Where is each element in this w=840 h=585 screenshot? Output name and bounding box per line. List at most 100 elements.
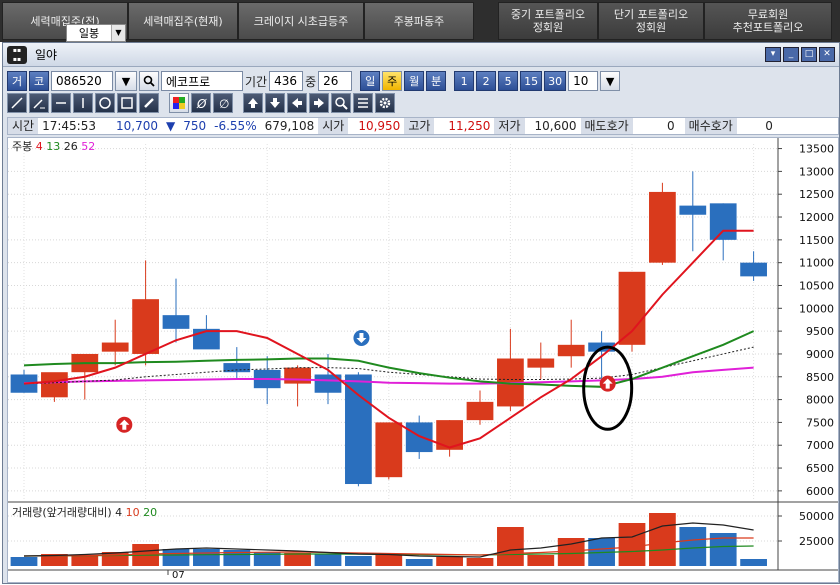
n5-button[interactable]: 5: [498, 71, 519, 91]
vol-y-tick-label: 50000: [799, 510, 834, 523]
arrow-left-icon[interactable]: [287, 93, 307, 113]
low-value: 10,600: [534, 119, 577, 133]
window-titlebar: ▪▪ ▪▪ 일야 ▾ _ □ ✕: [3, 43, 839, 67]
hline-tool-icon[interactable]: [51, 93, 71, 113]
low-label: 저가: [494, 118, 525, 134]
volume-bar: [375, 555, 403, 566]
open-value: 10,950: [358, 119, 401, 133]
month-button[interactable]: 월: [404, 71, 425, 91]
ask-label: 매도호가: [580, 118, 633, 134]
ask-value: 0: [667, 119, 675, 133]
y-tick-label: 12500: [799, 188, 834, 201]
mid-input[interactable]: 26: [318, 71, 353, 91]
buy-signal-icon: [599, 375, 616, 392]
chart-area[interactable]: 6000 6500 7000 7500 8000 8500 9000 9500 10000 105…: [7, 137, 839, 583]
volume-bar: [497, 527, 524, 566]
tab-2[interactable]: 크레이지 시초급등주: [238, 2, 364, 40]
candle-body: [101, 342, 129, 352]
volume-bar: [649, 513, 676, 566]
volume-bar: [10, 557, 38, 566]
pen-tool-icon[interactable]: [139, 93, 159, 113]
n30-button[interactable]: 30: [544, 71, 567, 91]
count-dropdown-icon[interactable]: ▼: [600, 71, 621, 91]
price-legend-title: 주봉: [12, 140, 36, 153]
volume-bar: [466, 558, 494, 566]
y-tick-label: 11500: [799, 234, 834, 247]
bid-value: 0: [765, 119, 773, 133]
palette-icon[interactable]: [169, 93, 189, 113]
list-icon[interactable]: [353, 93, 373, 113]
tab-3[interactable]: 주봉파동주: [364, 2, 474, 40]
volume-bar: [405, 559, 433, 566]
ray-tool-icon[interactable]: [29, 93, 49, 113]
candle-body: [345, 374, 372, 485]
search-icon[interactable]: [139, 71, 159, 91]
week-button[interactable]: 주: [382, 71, 403, 91]
change-value: 750: [183, 119, 207, 133]
volume-bar: [527, 555, 555, 566]
y-tick-label: 8000: [806, 394, 834, 407]
day-button[interactable]: 일: [360, 71, 381, 91]
open-label: 시가: [318, 118, 349, 134]
candle-body: [284, 367, 311, 384]
stock-name-field[interactable]: 에코프로: [161, 71, 243, 91]
time-label: 시간: [8, 118, 39, 134]
ma-legend-item: 52: [81, 140, 95, 153]
y-tick-label: 10000: [799, 302, 834, 315]
line-tool-icon[interactable]: [7, 93, 27, 113]
tab-6[interactable]: 무료회원 추천포트폴리오: [704, 2, 832, 40]
period-select-value: 일봉: [78, 27, 100, 40]
n1-button[interactable]: 1: [454, 71, 475, 91]
maximize-icon[interactable]: □: [801, 47, 817, 62]
geo-button[interactable]: 거: [7, 71, 27, 91]
quote-bar: 시간 17:45:53 10,700 ▼ 750 -6.55% 679,108 …: [7, 117, 839, 135]
menu-icon[interactable]: ▾: [765, 47, 781, 62]
volume-value: 679,108: [264, 119, 315, 133]
ma-legend-item: 13: [46, 140, 64, 153]
arrow-right-icon[interactable]: [309, 93, 329, 113]
candle-body: [740, 262, 767, 277]
minimize-icon[interactable]: _: [783, 47, 799, 62]
italic-tool-icon[interactable]: Ø: [191, 93, 211, 113]
zoom-icon[interactable]: [331, 93, 351, 113]
count-select[interactable]: 10: [568, 71, 599, 91]
y-tick-label: 13500: [799, 143, 834, 156]
volume-bar: [679, 527, 707, 566]
y-tick-label: 7000: [806, 439, 834, 452]
tab-1[interactable]: 세력매집주(현재): [128, 2, 238, 40]
rect-tool-icon[interactable]: [117, 93, 137, 113]
n2-button[interactable]: 2: [476, 71, 497, 91]
buy-signal-icon: [116, 416, 133, 433]
y-tick-label: 6500: [806, 462, 834, 475]
candle-body: [466, 401, 494, 421]
close-icon[interactable]: ✕: [819, 47, 835, 62]
arrow-up-icon[interactable]: [243, 93, 263, 113]
period-select[interactable]: 일봉 ▼: [66, 24, 126, 42]
candle-body: [41, 372, 68, 398]
vol-ma-legend-item: 20: [143, 506, 157, 519]
volume-bar: [193, 549, 220, 566]
svg-text:Ø: Ø: [196, 97, 207, 110]
volume-bar: [345, 556, 372, 566]
code-input[interactable]: 086520: [51, 71, 113, 91]
minute-button[interactable]: 분: [426, 71, 447, 91]
tab-5[interactable]: 단기 포트폴리오 정회원: [598, 2, 704, 40]
chart-svg[interactable]: 6000650070007500800085009000950010000105…: [8, 138, 838, 582]
vline-tool-icon[interactable]: [73, 93, 93, 113]
code-dropdown-icon[interactable]: ▼: [115, 71, 137, 91]
tab-4[interactable]: 중기 포트폴리오 정회원: [498, 2, 598, 40]
volume-bar: [71, 555, 99, 566]
settings-gear-icon[interactable]: [375, 93, 395, 113]
window-title: 일야: [35, 48, 58, 62]
period-input[interactable]: 436: [269, 71, 304, 91]
high-label: 고가: [404, 118, 435, 134]
arrow-down-icon[interactable]: [265, 93, 285, 113]
circle-tool-icon[interactable]: [95, 93, 115, 113]
chart-window: ▪▪ ▪▪ 일야 ▾ _ □ ✕ 거 코 086520 ▼ 에코프로 기간 436…: [2, 42, 840, 584]
candle-body: [405, 422, 433, 453]
candle-body: [679, 205, 707, 215]
eraser-tool-icon[interactable]: ∅: [213, 93, 233, 113]
n15-button[interactable]: 15: [520, 71, 543, 91]
x-tick-label: 07: [172, 570, 185, 581]
ma-legend-item: 4: [36, 140, 47, 153]
